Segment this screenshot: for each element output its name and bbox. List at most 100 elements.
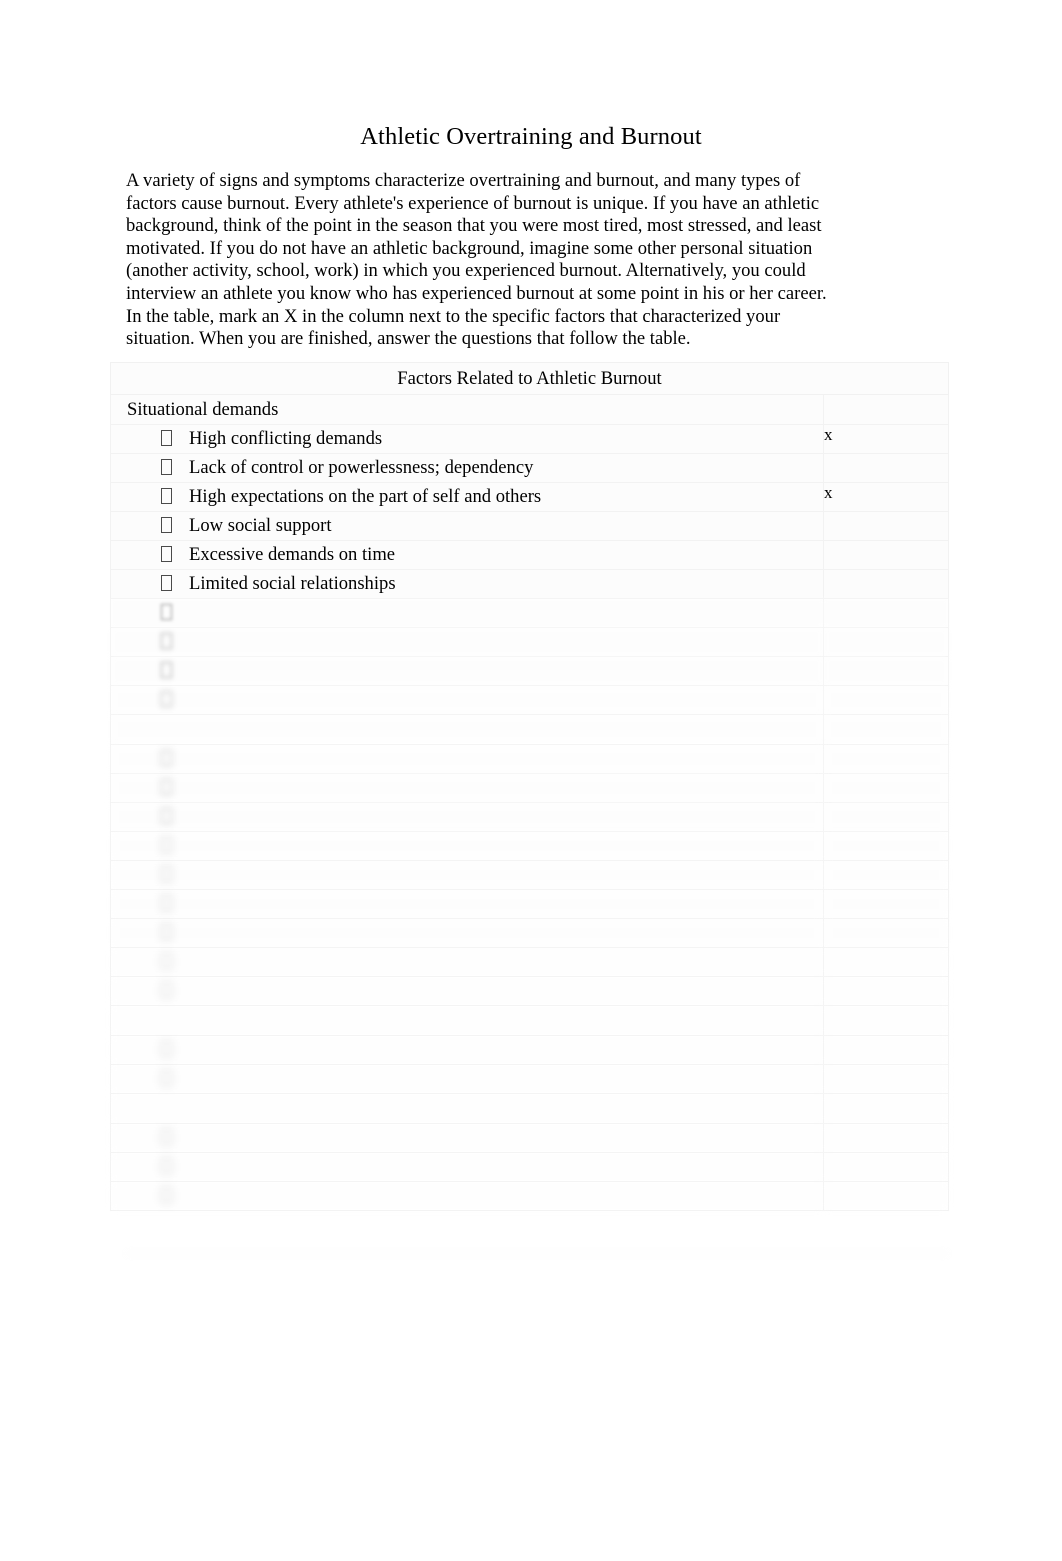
checkbox-bullet-icon (127, 459, 189, 477)
mark-value (824, 715, 828, 735)
footer-line-2 (126, 1256, 948, 1271)
mark-value (824, 512, 828, 532)
mark-cell[interactable] (823, 453, 949, 483)
factors-table-wrapper: Factors Related to Athletic Burnout Situa… (110, 362, 949, 1211)
missing-glyph-box-icon (161, 1041, 172, 1057)
checkbox-bullet-icon (127, 895, 189, 913)
table-section-row (110, 1093, 949, 1124)
mark-cell[interactable] (823, 1064, 949, 1094)
factor-bullet-row (127, 951, 823, 973)
footer-line-1 (126, 1228, 948, 1243)
mark-value (824, 745, 828, 765)
factor-label: Limited social relationships (189, 573, 396, 594)
table-row (110, 685, 949, 715)
factor-bullet-row (127, 806, 823, 828)
checkbox-bullet-icon (127, 575, 189, 593)
mark-value (824, 774, 828, 794)
factor-label-cell (110, 1064, 824, 1094)
factor-bullet-row (127, 893, 823, 915)
mark-value (824, 919, 828, 939)
checkbox-bullet-icon (127, 750, 189, 768)
missing-glyph-box-icon (161, 459, 172, 475)
mark-cell[interactable] (823, 976, 949, 1006)
mark-cell[interactable] (823, 1152, 949, 1182)
mark-value (824, 948, 828, 968)
factor-bullet-row (127, 660, 823, 682)
mark-cell[interactable] (823, 540, 949, 570)
factor-label (189, 689, 194, 711)
mark-cell[interactable] (823, 744, 949, 774)
mark-value (824, 1094, 828, 1114)
factor-label-cell (110, 889, 824, 919)
mark-cell[interactable] (823, 889, 949, 919)
mark-cell[interactable] (823, 598, 949, 628)
missing-glyph-box-icon (161, 866, 172, 882)
mark-value (824, 890, 828, 910)
section-heading (127, 1098, 132, 1120)
mark-cell[interactable] (823, 802, 949, 832)
mark-cell[interactable] (823, 1035, 949, 1065)
table-row (110, 802, 949, 832)
mark-cell[interactable] (823, 918, 949, 948)
checkbox-bullet-icon (127, 633, 189, 651)
page-title: Athletic Overtraining and Burnout (360, 123, 702, 150)
mark-cell[interactable] (823, 394, 949, 425)
mark-cell[interactable] (823, 1093, 949, 1124)
table-row (110, 627, 949, 657)
mark-cell[interactable] (823, 947, 949, 977)
factor-label-cell (110, 802, 824, 832)
factor-bullet-row: Lack of control or powerlessness; depend… (127, 457, 823, 479)
intro-text: A variety of signs and symptoms characte… (126, 170, 852, 351)
mark-cell[interactable] (823, 831, 949, 861)
mark-cell[interactable]: x (823, 424, 949, 454)
factor-label-cell: High conflicting demands (110, 424, 824, 454)
mark-value (824, 686, 828, 706)
missing-glyph-box-icon (161, 895, 172, 911)
checkbox-bullet-icon (127, 1158, 189, 1176)
checkbox-bullet-icon (127, 691, 189, 709)
table-row: Low social support (110, 511, 949, 541)
mark-value (824, 599, 828, 619)
mark-cell[interactable] (823, 1181, 949, 1211)
mark-value: x (824, 425, 833, 444)
factor-label (189, 951, 194, 973)
factor-bullet-row (127, 922, 823, 944)
missing-glyph-box-icon (161, 982, 172, 998)
factor-bullet-row (127, 1156, 823, 1178)
table-section-row (110, 714, 949, 745)
mark-cell[interactable] (823, 714, 949, 745)
table-row (110, 656, 949, 686)
mark-value (824, 861, 828, 881)
factor-label: High conflicting demands (189, 428, 383, 449)
table-row (110, 773, 949, 803)
mark-cell[interactable] (823, 773, 949, 803)
missing-glyph-box-icon (161, 575, 172, 591)
factor-label-cell (110, 744, 824, 774)
mark-cell[interactable]: x (823, 482, 949, 512)
factor-bullet-row (127, 602, 823, 624)
mark-value (824, 541, 828, 561)
checkbox-bullet-icon (127, 982, 189, 1000)
mark-cell[interactable] (823, 569, 949, 599)
factor-label (189, 893, 194, 915)
mark-value (824, 1153, 828, 1173)
mark-cell[interactable] (823, 656, 949, 686)
factor-label-cell (110, 918, 824, 948)
mark-cell[interactable] (823, 860, 949, 890)
footer-page-number (945, 1228, 948, 1243)
mark-cell[interactable] (823, 511, 949, 541)
factor-label (189, 1068, 194, 1090)
table-row (110, 1064, 949, 1094)
mark-cell[interactable] (823, 1005, 949, 1036)
table-row (110, 1181, 949, 1211)
table-row (110, 1035, 949, 1065)
mark-cell[interactable] (823, 1123, 949, 1153)
mark-cell[interactable] (823, 627, 949, 657)
factor-label-cell: Limited social relationships (110, 569, 824, 599)
section-heading: Situational demands (127, 399, 279, 420)
table-row: Limited social relationships (110, 569, 949, 599)
factor-bullet-row (127, 777, 823, 799)
factor-bullet-row (127, 1068, 823, 1090)
factor-label-cell (110, 1093, 824, 1124)
mark-cell[interactable] (823, 685, 949, 715)
